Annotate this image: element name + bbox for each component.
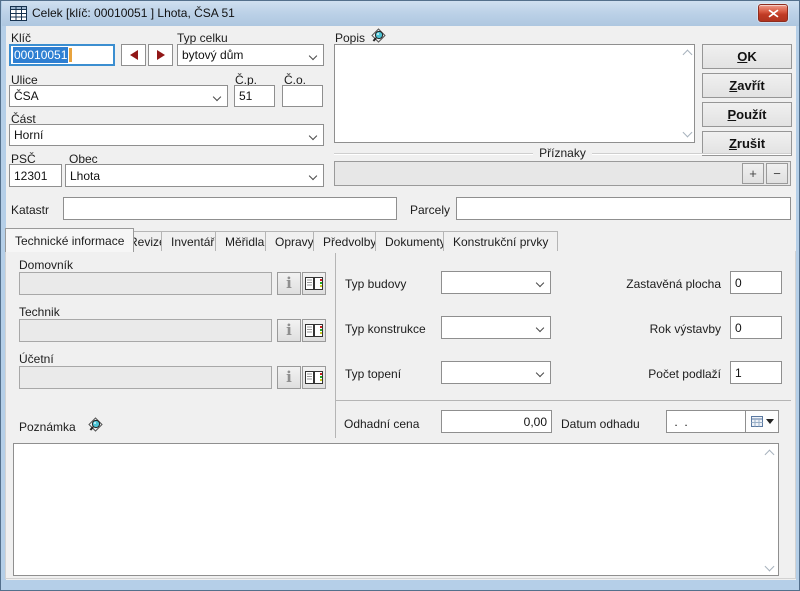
address-book-icon [305,276,323,291]
typ-celku-value: bytový dům [182,48,243,62]
typ-budovy-select[interactable] [441,271,551,294]
ucetni-addressbook-button[interactable] [302,366,326,389]
katastr-label: Katastr [11,203,49,217]
domovnik-label: Domovník [19,258,73,272]
chevron-down-icon [213,93,221,101]
typ-konstrukce-label: Typ konstrukce [345,322,426,336]
typ-topeni-label: Typ topení [345,367,401,381]
ulice-value: ČSA [14,89,39,103]
cp-input[interactable] [234,85,275,107]
vertical-divider [335,253,336,438]
rok-vystavby-label: Rok výstavby [601,322,721,336]
typ-budovy-label: Typ budovy [345,277,406,291]
next-record-button[interactable] [148,44,173,66]
psc-input[interactable] [9,164,62,187]
info-icon: i [286,323,292,338]
klic-selected-text: 00010051 [13,47,68,63]
datum-odhadu-label: Datum odhadu [561,417,640,431]
typ-topeni-select[interactable] [441,361,551,384]
pocet-podlazi-label: Počet podlaží [601,367,721,381]
katastr-input[interactable] [63,197,397,220]
date-picker-button[interactable] [745,410,779,433]
horizontal-divider [335,400,791,401]
priznaky-field [334,161,791,186]
poznamka-label: Poznámka [19,420,76,434]
arrow-right-icon [157,50,165,60]
parcely-label: Parcely [410,203,450,217]
chevron-down-icon [309,132,317,140]
obec-select[interactable]: Lhota [65,164,324,187]
obec-value: Lhota [70,169,100,183]
chevron-down-icon [309,52,317,60]
ulice-select[interactable]: ČSA [9,85,228,107]
technik-field [19,319,272,342]
ucetni-label: Účetní [19,352,54,366]
technik-info-button[interactable]: i [277,319,301,342]
arrow-left-icon [130,50,138,60]
title-bar[interactable]: Celek [klíč: 00010051 ] Lhota, ČSA 51 [2,1,800,26]
co-input[interactable] [282,85,323,107]
priznaky-legend: Příznaky [334,146,791,160]
info-icon: i [286,276,292,291]
cast-value: Horní [14,128,43,142]
typ-celku-select[interactable]: bytový dům [177,44,324,66]
chevron-down-icon [536,369,544,377]
domovnik-addressbook-button[interactable] [302,272,326,295]
parcely-input[interactable] [456,197,791,220]
ok-button[interactable]: OK [702,44,792,69]
tab-technicke-informace[interactable]: Technické informace [5,228,134,252]
dialog-window: Celek [klíč: 00010051 ] Lhota, ČSA 51 Kl… [0,0,800,591]
tab-konstrukcni-prvky[interactable]: Konstrukční prvky [443,231,558,251]
ucetni-info-button[interactable]: i [277,366,301,389]
close-icon [768,9,779,18]
typ-konstrukce-select[interactable] [441,316,551,339]
zastavena-plocha-input[interactable] [730,271,782,294]
popis-textarea[interactable] [334,44,695,143]
pocet-podlazi-input[interactable] [730,361,782,384]
klic-label: Klíč [11,31,31,45]
magnifier-icon[interactable] [370,28,387,45]
priznaky-add-button[interactable]: + [742,163,764,184]
chevron-down-icon [309,172,317,180]
close-dialog-button[interactable]: Zavřít [702,73,792,98]
info-icon: i [286,370,292,385]
datum-odhadu-input[interactable] [666,410,746,433]
close-button[interactable] [758,4,788,22]
cast-select[interactable]: Horní [9,124,324,146]
apply-button[interactable]: Použít [702,102,792,127]
priznaky-remove-button[interactable]: − [766,163,788,184]
odhadni-cena-input[interactable] [441,410,552,433]
zastavena-plocha-label: Zastavěná plocha [601,277,721,291]
domovnik-field [19,272,272,295]
popis-label: Popis [335,31,365,45]
text-caret [69,48,72,62]
chevron-down-icon [536,279,544,287]
chevron-down-icon [536,324,544,332]
magnifier-icon[interactable] [87,417,104,434]
address-book-icon [305,323,323,338]
address-book-icon [305,370,323,385]
window-title: Celek [klíč: 00010051 ] Lhota, ČSA 51 [32,6,235,20]
chevron-down-icon [766,419,774,424]
klic-input[interactable]: 00010051 [9,44,115,66]
table-icon [10,6,27,21]
domovnik-info-button[interactable]: i [277,272,301,295]
poznamka-textarea[interactable] [13,443,779,576]
rok-vystavby-input[interactable] [730,316,782,339]
technik-addressbook-button[interactable] [302,319,326,342]
calendar-icon [751,416,763,427]
technik-label: Technik [19,305,60,319]
typ-celku-label: Typ celku [177,31,228,45]
odhadni-cena-label: Odhadní cena [344,417,419,431]
ucetni-field [19,366,272,389]
previous-record-button[interactable] [121,44,146,66]
